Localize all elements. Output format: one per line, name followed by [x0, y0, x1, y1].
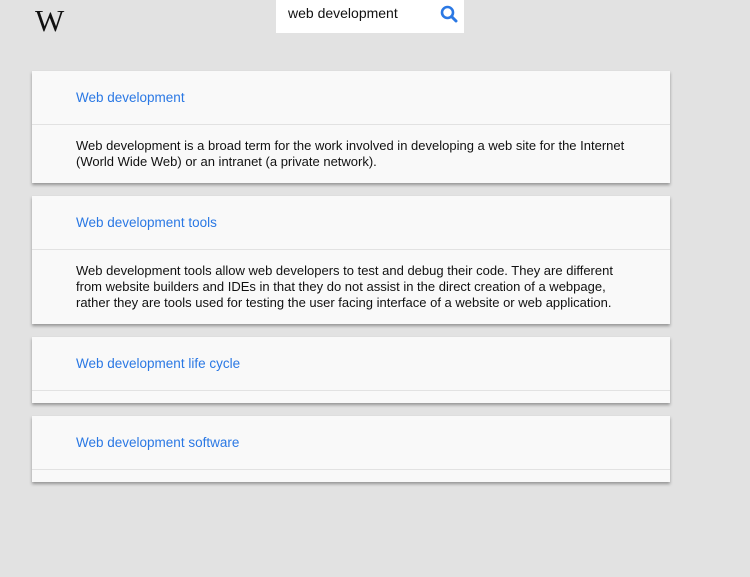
search-icon: [440, 5, 458, 23]
result-card: Web development life cycle: [32, 337, 670, 403]
result-title-link[interactable]: Web development tools: [76, 215, 217, 230]
result-title-link[interactable]: Web development life cycle: [76, 356, 240, 371]
result-header: Web development tools: [32, 196, 670, 250]
result-title-link[interactable]: Web development: [76, 90, 185, 105]
result-snippet: Web development tools allow web develope…: [76, 263, 613, 310]
result-header: Web development software: [32, 416, 670, 470]
result-snippet: Web development is a broad term for the …: [76, 138, 625, 169]
wikipedia-logo[interactable]: W: [35, 4, 64, 38]
result-snippet: [32, 470, 670, 482]
page: W Web development Web development is a b…: [0, 0, 750, 577]
result-header: Web development: [32, 71, 670, 125]
result-card: Web development tools Web development to…: [32, 196, 670, 324]
result-header: Web development life cycle: [32, 337, 670, 391]
result-card: Web development software: [32, 416, 670, 482]
search-box: [276, 0, 464, 33]
results-list: Web development Web development is a bro…: [32, 71, 670, 495]
result-card: Web development Web development is a bro…: [32, 71, 670, 183]
search-input[interactable]: [288, 3, 430, 23]
result-snippet: [32, 391, 670, 403]
result-title-link[interactable]: Web development software: [76, 435, 239, 450]
search-button[interactable]: [436, 2, 462, 26]
